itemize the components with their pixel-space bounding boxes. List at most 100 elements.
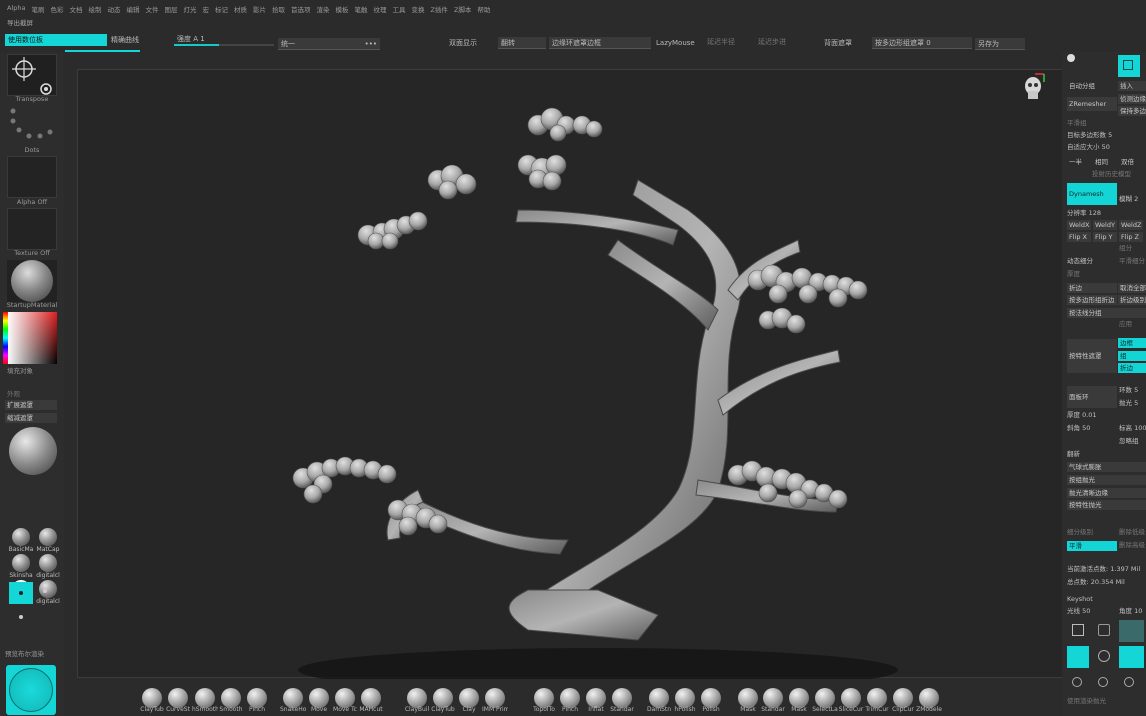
mask-border-toggle[interactable]: 边框 <box>1118 338 1146 348</box>
dots-stroke-thumb[interactable] <box>7 107 57 145</box>
pin-icon[interactable] <box>19 615 23 619</box>
brush-button[interactable]: Move <box>307 688 331 713</box>
lazy-radius-slider[interactable]: 延迟半径 <box>704 36 754 48</box>
shrink-mask-button[interactable]: 缩减遮罩 <box>5 413 57 423</box>
menu-item[interactable]: 文件 <box>145 4 158 15</box>
menu-item[interactable]: 材质 <box>234 4 247 15</box>
dynamic-subdiv-label[interactable]: 动态细分 <box>1067 257 1093 266</box>
material-swatch[interactable]: Skinsha <box>9 554 33 579</box>
target-polycount-slider[interactable]: 目标多边形数 5 <box>1067 131 1112 140</box>
backface-mask-toggle[interactable]: 背面遮罩 <box>821 37 871 49</box>
xyz-icon[interactable] <box>1098 677 1108 687</box>
brush-button[interactable]: Pinch <box>245 688 269 713</box>
menu-item[interactable]: 色彩 <box>50 4 63 15</box>
brush-button[interactable]: hPolish <box>673 688 697 713</box>
double-sided-toggle[interactable]: 双面显示 <box>446 37 496 49</box>
brush-button[interactable]: SliceCur <box>839 688 863 713</box>
brush-button[interactable]: TopolTo <box>532 688 556 713</box>
group-by-normals-button[interactable]: 按法线分组 <box>1067 308 1146 318</box>
mask-by-feature-button[interactable]: 按特性遮罩 <box>1067 339 1117 373</box>
apply-label[interactable]: 应用 <box>1119 320 1132 329</box>
menu-item[interactable]: Alpha <box>7 4 25 15</box>
menu-item[interactable]: 编辑 <box>126 4 139 15</box>
grid-toggle-icon[interactable] <box>1119 646 1144 668</box>
export-screenshot-label[interactable]: 导出截屏 <box>7 17 33 27</box>
insert-button[interactable]: 插入 <box>1118 81 1146 91</box>
uncrease-all-button[interactable]: 取消全部 <box>1118 283 1146 293</box>
save-as-button[interactable]: 另存为 <box>975 38 1025 50</box>
brush-button[interactable]: TrimCur <box>865 688 889 713</box>
brush-button[interactable]: Smooth <box>219 688 243 713</box>
crease-by-group-button[interactable]: 按多边形组折边 <box>1067 295 1117 305</box>
auto-groups-button[interactable]: 自动分组 <box>1067 81 1117 91</box>
adaptive-size-slider[interactable]: 自适应大小 50 <box>1067 143 1110 152</box>
blur-slider[interactable]: 模糊 2 <box>1119 195 1138 204</box>
texture-thumb[interactable] <box>7 208 57 250</box>
smooth-subdiv-label[interactable]: 平滑细分 <box>1119 257 1145 266</box>
brush-button[interactable]: MAHcut <box>359 688 383 713</box>
balloon-inflate-button[interactable]: 气球式膨胀 <box>1067 462 1146 472</box>
floor-toggle-icon[interactable] <box>1067 646 1089 668</box>
crease-button[interactable]: 折边 <box>1067 283 1117 293</box>
material-thumb[interactable] <box>7 260 57 302</box>
alpha-thumb[interactable] <box>7 156 57 198</box>
flip-axis-button[interactable]: Flip Z <box>1119 232 1143 242</box>
brush-button[interactable]: CurveSt <box>166 688 190 713</box>
angle-slider[interactable]: 角度 10 <box>1119 607 1142 616</box>
thickness-slider[interactable]: 厚度 0.01 <box>1067 411 1097 420</box>
project-history-label[interactable]: 投射历史模型 <box>1092 170 1131 179</box>
brush-button[interactable]: hSmooth <box>192 688 218 713</box>
flip-button[interactable]: 翻转 <box>498 37 546 49</box>
frame-icon[interactable] <box>1124 677 1134 687</box>
dynamesh-button[interactable]: Dynamesh <box>1067 183 1117 205</box>
menu-item[interactable]: 笔刷 <box>31 4 44 15</box>
brush-button[interactable]: DamStn <box>647 688 671 713</box>
same-button[interactable]: 相同 <box>1093 157 1118 167</box>
subdiv-levels-label[interactable]: 细分级别 <box>1067 528 1093 537</box>
polish-slider[interactable]: 抛光 5 <box>1119 399 1138 408</box>
brush-button[interactable]: ClayBuil <box>405 688 429 713</box>
zremesher-button[interactable]: ZRemesher <box>1067 97 1117 111</box>
navigation-gizmo[interactable] <box>6 665 56 715</box>
brush-button[interactable]: Move Tc <box>333 688 357 713</box>
menu-item[interactable]: 动态 <box>107 4 120 15</box>
menu-item[interactable]: 帮助 <box>477 4 490 15</box>
smooth-toggle[interactable]: 平滑 <box>1067 541 1117 551</box>
weld-button[interactable]: WeldY <box>1093 220 1117 230</box>
bonsai-model[interactable] <box>78 70 1067 692</box>
expand-mask-button[interactable]: 扩展遮罩 <box>5 400 57 410</box>
hand-icon[interactable] <box>1098 624 1110 636</box>
weld-button[interactable]: WeldZ <box>1119 220 1143 230</box>
material-swatch[interactable]: MatCap <box>36 528 60 553</box>
menu-item[interactable]: 标记 <box>215 4 228 15</box>
delete-lower-button[interactable]: 删除低级 <box>1119 528 1145 537</box>
elevation-slider[interactable]: 标高 100 <box>1119 424 1146 433</box>
menu-item[interactable]: 纹理 <box>373 4 386 15</box>
precise-curve-toggle[interactable]: 精确曲线 <box>108 34 168 46</box>
brush-button[interactable]: SnakeHo <box>280 688 306 713</box>
mask-crease-toggle[interactable]: 折边 <box>1118 363 1146 373</box>
brush-button[interactable]: Pinch <box>558 688 582 713</box>
polish-by-group-button[interactable]: 按组抛光 <box>1067 475 1146 485</box>
material-swatch[interactable]: BasicMa <box>9 528 33 553</box>
rotate-icon[interactable] <box>1072 677 1082 687</box>
menu-item[interactable]: 拾取 <box>272 4 285 15</box>
flip-axis-button[interactable]: Flip X <box>1067 232 1091 242</box>
keep-groups-toggle[interactable]: 保持多边 <box>1118 106 1146 116</box>
menu-item[interactable]: 首选项 <box>291 4 311 15</box>
material-swatch[interactable]: digitalcl <box>36 554 60 579</box>
polygroup-mask-slider[interactable]: 按多边形组遮罩 0 <box>872 37 972 49</box>
brush-button[interactable]: ClayTub <box>140 688 164 713</box>
brush-button[interactable]: Mask <box>736 688 760 713</box>
edge-loop-mask-button[interactable]: 边缘环遮罩边框 <box>549 37 651 49</box>
brush-button[interactable]: ClipCur <box>891 688 915 713</box>
menu-item[interactable]: 变换 <box>411 4 424 15</box>
material-slot-active[interactable] <box>9 582 33 604</box>
color-picker[interactable] <box>3 312 57 364</box>
menu-item[interactable]: 灯光 <box>183 4 196 15</box>
loops-slider[interactable]: 环数 5 <box>1119 386 1138 395</box>
menu-item[interactable]: 图层 <box>164 4 177 15</box>
ignore-groups-toggle[interactable]: 忽略组 <box>1119 437 1139 446</box>
strength-slider[interactable] <box>174 44 274 46</box>
menu-item[interactable]: 宏 <box>202 4 209 15</box>
